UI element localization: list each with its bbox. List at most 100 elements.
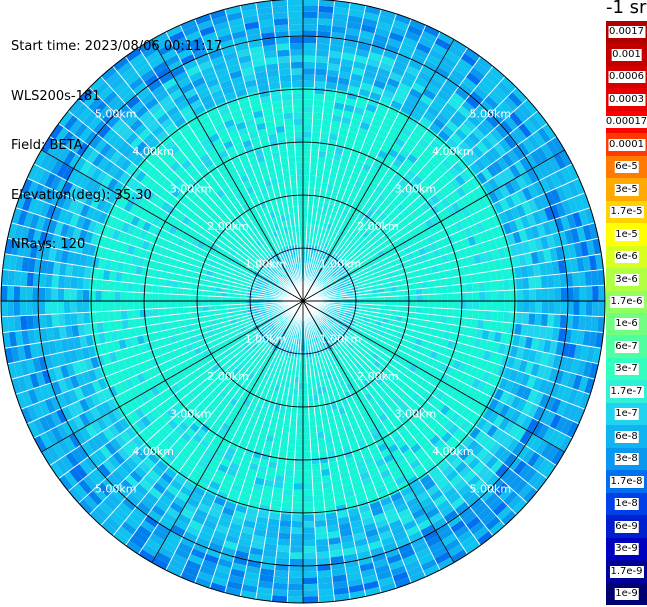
radar-gate bbox=[319, 138, 329, 146]
radar-gate bbox=[291, 520, 303, 528]
radar-gate bbox=[45, 274, 53, 288]
radar-gate bbox=[70, 301, 77, 314]
radar-gate bbox=[127, 282, 135, 293]
radar-gate bbox=[1, 285, 8, 301]
radar-gate bbox=[590, 270, 599, 286]
radar-gate bbox=[510, 289, 517, 301]
radar-gate bbox=[478, 281, 486, 292]
radar-gate bbox=[303, 502, 314, 509]
radar-gate bbox=[134, 318, 142, 328]
radar-gate bbox=[26, 286, 33, 301]
radar-gate bbox=[297, 407, 303, 415]
radar-gate bbox=[158, 293, 165, 301]
radar-gate bbox=[189, 301, 197, 307]
radar-gate bbox=[311, 137, 321, 145]
radar-gate bbox=[171, 287, 178, 295]
radar-gate bbox=[287, 596, 303, 603]
radar-gate bbox=[177, 301, 184, 308]
radar-gate bbox=[272, 582, 289, 591]
radar-gate bbox=[13, 285, 21, 301]
radar-gate bbox=[447, 301, 454, 309]
radar-gate bbox=[516, 289, 524, 301]
radar-gate bbox=[318, 443, 327, 452]
radar-gate bbox=[318, 150, 327, 159]
radar-gate bbox=[320, 468, 331, 477]
radar-gate bbox=[534, 313, 542, 326]
radar-gate bbox=[177, 307, 185, 315]
radar-gate bbox=[115, 320, 123, 331]
radar-gate bbox=[279, 513, 292, 521]
radar-gate bbox=[447, 293, 454, 301]
radar-gate bbox=[318, 450, 328, 458]
radar-gate bbox=[573, 286, 580, 301]
radar-gate bbox=[283, 476, 294, 484]
radar-gate bbox=[38, 287, 46, 301]
radar-gate bbox=[89, 301, 96, 313]
radar-gate bbox=[274, 474, 285, 483]
radar-gate bbox=[548, 301, 555, 315]
radar-gate bbox=[298, 388, 303, 396]
radar-gate bbox=[281, 494, 293, 503]
radar-gate bbox=[296, 426, 303, 434]
radar-gate bbox=[288, 432, 297, 440]
radar-gate bbox=[303, 187, 309, 195]
radar-gate bbox=[303, 470, 313, 478]
radar-gate bbox=[274, 570, 289, 578]
radar-gate bbox=[503, 279, 511, 291]
radar-gate bbox=[428, 301, 436, 308]
radar-gate bbox=[152, 301, 159, 309]
radar-gate bbox=[578, 271, 586, 287]
radar-gate bbox=[434, 293, 442, 301]
radar-gate bbox=[145, 308, 153, 318]
radar-gate bbox=[275, 468, 286, 477]
radar-gate bbox=[303, 426, 310, 434]
radar-gate bbox=[573, 301, 580, 316]
radar-gate bbox=[421, 307, 429, 315]
radar-gate bbox=[315, 532, 328, 540]
radar-gate bbox=[45, 314, 53, 328]
radar-gate bbox=[421, 287, 429, 295]
radar-gate bbox=[309, 419, 317, 427]
radar-gate bbox=[311, 463, 321, 471]
radar-gate bbox=[279, 520, 292, 528]
radar-gate bbox=[108, 310, 116, 322]
radar-gate bbox=[293, 476, 303, 484]
radar-gate bbox=[446, 285, 454, 294]
radar-gate bbox=[303, 451, 312, 459]
radar-gate bbox=[509, 278, 517, 291]
radar-gate bbox=[310, 143, 320, 151]
radar-gate bbox=[303, 36, 317, 44]
radar-gate bbox=[592, 301, 599, 317]
radar-gate bbox=[183, 294, 190, 301]
radar-gate bbox=[290, 533, 303, 541]
radar-gate bbox=[277, 538, 291, 547]
radar-gate bbox=[287, 590, 303, 597]
radar-gate bbox=[303, 520, 315, 528]
radar-gate bbox=[177, 287, 185, 295]
radar-gate bbox=[273, 481, 284, 489]
radar-gate bbox=[453, 301, 461, 310]
radar-gate bbox=[277, 456, 287, 464]
radar-gate bbox=[133, 292, 140, 301]
radar-gate bbox=[452, 276, 460, 286]
radar-gate bbox=[483, 271, 491, 282]
radar-gate bbox=[289, 419, 297, 427]
radar-gate bbox=[471, 282, 479, 293]
radar-gate bbox=[489, 270, 497, 282]
radar-gate bbox=[114, 291, 121, 301]
radar-gate bbox=[315, 538, 329, 547]
radar-gate bbox=[547, 313, 555, 328]
radar-gate bbox=[64, 313, 72, 326]
radar-gate bbox=[303, 414, 310, 421]
radar-gate bbox=[317, 18, 333, 26]
radar-gate bbox=[39, 314, 47, 329]
radar-gate bbox=[464, 318, 472, 328]
radar-gate bbox=[458, 275, 466, 285]
radar-gate bbox=[313, 93, 325, 101]
radar-gate bbox=[397, 295, 404, 301]
radar-gate bbox=[303, 508, 315, 515]
radar-gate bbox=[314, 513, 327, 521]
radar-gate bbox=[303, 407, 309, 415]
radar-gate bbox=[293, 470, 303, 478]
radar-gate bbox=[303, 17, 318, 25]
